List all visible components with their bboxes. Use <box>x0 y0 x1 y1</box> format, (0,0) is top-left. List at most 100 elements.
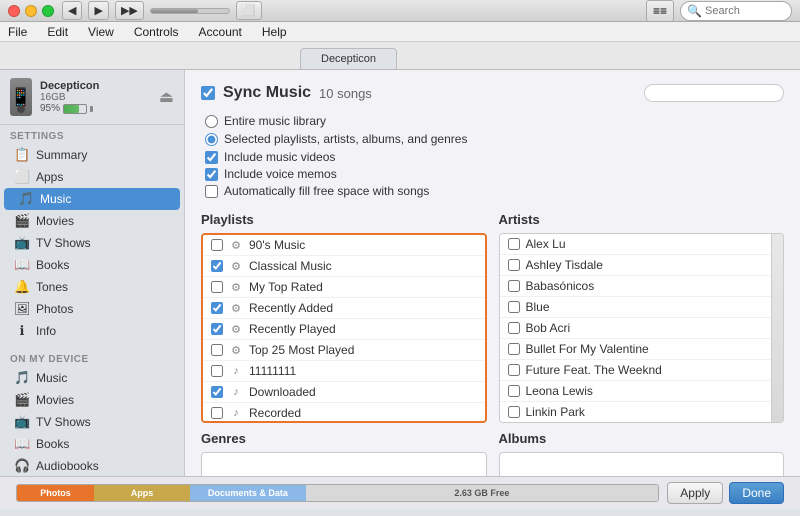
sidebar-item-info[interactable]: ℹ Info <box>0 320 184 342</box>
menu-account[interactable]: Account <box>195 24 246 40</box>
back-button[interactable]: ◀ <box>62 1 82 20</box>
panels-row: Playlists ⚙90's Music ⚙Classical Music ⚙… <box>201 212 784 423</box>
list-item[interactable]: Alex Lu <box>500 234 784 255</box>
tones-icon: 🔔 <box>14 279 30 295</box>
sidebar-item-label: Music <box>40 192 71 206</box>
sidebar-item-apps[interactable]: ⬜ Apps <box>0 166 184 188</box>
list-item[interactable]: ⚙90's Music <box>203 235 485 256</box>
sidebar-item-books[interactable]: 📖 Books <box>0 254 184 276</box>
sidebar-item-movies2[interactable]: 🎬 Movies <box>0 389 184 411</box>
list-item[interactable]: Bob Acri <box>500 318 784 339</box>
selected-label: Selected playlists, artists, albums, and… <box>224 132 467 146</box>
menu-edit[interactable]: Edit <box>43 24 72 40</box>
entire-library-label: Entire music library <box>224 114 326 128</box>
sidebar-item-audiobooks[interactable]: 🎧 Audiobooks <box>0 455 184 476</box>
sidebar-item-label: Movies <box>36 393 74 407</box>
list-item[interactable]: Linkin Park <box>500 402 784 423</box>
list-item[interactable]: ♪Downloaded <box>203 382 485 403</box>
list-item[interactable]: Future Feat. The Weeknd <box>500 360 784 381</box>
sidebar-item-label: Music <box>36 371 67 385</box>
gear-icon: ⚙ <box>229 239 243 252</box>
apply-button[interactable]: Apply <box>667 482 723 504</box>
sidebar-item-label: Photos <box>36 302 73 316</box>
genres-panel: Genres <box>201 431 487 476</box>
storage-bar: Photos Apps Documents & Data 2.63 GB Fre… <box>16 484 659 502</box>
sidebar-item-photos[interactable]: 🖼 Photos <box>0 298 184 320</box>
albums-list <box>499 452 785 476</box>
sidebar-item-books2[interactable]: 📖 Books <box>0 433 184 455</box>
music2-icon: 🎵 <box>14 370 30 386</box>
airplay-button[interactable]: ⬜ <box>236 1 262 20</box>
sidebar-item-label: TV Shows <box>36 236 91 250</box>
include-memos-checkbox[interactable]: Include voice memos <box>205 167 784 181</box>
list-item[interactable]: Bullet For My Valentine <box>500 339 784 360</box>
genres-list <box>201 452 487 476</box>
list-item[interactable]: ⚙Top 25 Most Played <box>203 340 485 361</box>
tv2-icon: 📺 <box>14 414 30 430</box>
list-item[interactable]: ⚙Recently Added <box>203 298 485 319</box>
menu-help[interactable]: Help <box>258 24 291 40</box>
artists-title: Artists <box>499 212 785 227</box>
artists-list: Alex Lu Ashley Tisdale Babasónicos Blue … <box>499 233 785 423</box>
sidebar-item-music[interactable]: 🎵 Music <box>4 188 180 210</box>
settings-section-label: Settings <box>0 125 184 144</box>
progress-bar <box>150 8 230 14</box>
movies-icon: 🎬 <box>14 213 30 229</box>
include-videos-label: Include music videos <box>224 150 335 164</box>
done-button[interactable]: Done <box>729 482 784 504</box>
sidebar-item-label: Movies <box>36 214 74 228</box>
device-tab[interactable]: Decepticon <box>300 48 397 69</box>
list-item[interactable]: Ashley Tisdale <box>500 255 784 276</box>
albums-panel: Albums <box>499 431 785 476</box>
eject-icon[interactable]: ⏏ <box>159 87 174 107</box>
menu-controls[interactable]: Controls <box>130 24 183 40</box>
sidebar-item-label: TV Shows <box>36 415 91 429</box>
storage-free: 2.63 GB Free <box>306 485 659 501</box>
forward-button[interactable]: ▶▶ <box>115 1 144 20</box>
sidebar-item-tvshows2[interactable]: 📺 TV Shows <box>0 411 184 433</box>
entire-library-radio[interactable]: Entire music library <box>205 114 784 128</box>
autofill-checkbox[interactable]: Automatically fill free space with songs <box>205 184 784 198</box>
artists-panel: Artists Alex Lu Ashley Tisdale Babasónic… <box>499 212 785 423</box>
list-item[interactable]: ⚙Classical Music <box>203 256 485 277</box>
sync-checkbox[interactable] <box>201 86 215 100</box>
list-item[interactable]: ⚙My Top Rated <box>203 277 485 298</box>
note-icon: ♪ <box>229 365 243 377</box>
sidebar-item-music2[interactable]: 🎵 Music <box>0 367 184 389</box>
bottom-bar: Photos Apps Documents & Data 2.63 GB Fre… <box>0 476 800 509</box>
gear-icon: ⚙ <box>229 281 243 294</box>
maximize-button[interactable] <box>42 5 54 17</box>
list-item[interactable]: Babasónicos <box>500 276 784 297</box>
sidebar-item-summary[interactable]: 📋 Summary <box>0 144 184 166</box>
search-input[interactable] <box>705 5 785 17</box>
storage-actions: Apply Done <box>667 482 784 504</box>
sidebar-item-movies[interactable]: 🎬 Movies <box>0 210 184 232</box>
menu-file[interactable]: File <box>4 24 31 40</box>
include-videos-checkbox[interactable]: Include music videos <box>205 150 784 164</box>
music-search-input[interactable] <box>644 84 784 102</box>
window-controls[interactable] <box>8 5 54 17</box>
list-item[interactable]: ♪Recorded <box>203 403 485 423</box>
list-view-button[interactable]: ≡≡ <box>646 0 674 22</box>
list-item[interactable]: ♪11111111 <box>203 361 485 382</box>
battery-bar <box>63 104 87 114</box>
playlists-panel: Playlists ⚙90's Music ⚙Classical Music ⚙… <box>201 212 487 423</box>
sidebar-item-tv-shows[interactable]: 📺 TV Shows <box>0 232 184 254</box>
play-button[interactable]: ▶ <box>88 1 108 20</box>
search-box[interactable]: 🔍 <box>680 1 792 21</box>
books-icon: 📖 <box>14 257 30 273</box>
list-item[interactable]: Blue <box>500 297 784 318</box>
sync-header: Sync Music 10 songs <box>201 84 784 102</box>
scrollbar[interactable] <box>771 234 783 422</box>
menu-view[interactable]: View <box>84 24 118 40</box>
movies2-icon: 🎬 <box>14 392 30 408</box>
device-size: 16GB <box>40 92 99 103</box>
minimize-button[interactable] <box>25 5 37 17</box>
list-item[interactable]: Leona Lewis <box>500 381 784 402</box>
list-item[interactable]: ⚙Recently Played <box>203 319 485 340</box>
selected-radio[interactable]: Selected playlists, artists, albums, and… <box>205 132 784 146</box>
storage-photos: Photos <box>17 485 94 501</box>
device-icon: 📱 <box>10 78 32 116</box>
sidebar-item-tones[interactable]: 🔔 Tones <box>0 276 184 298</box>
close-button[interactable] <box>8 5 20 17</box>
